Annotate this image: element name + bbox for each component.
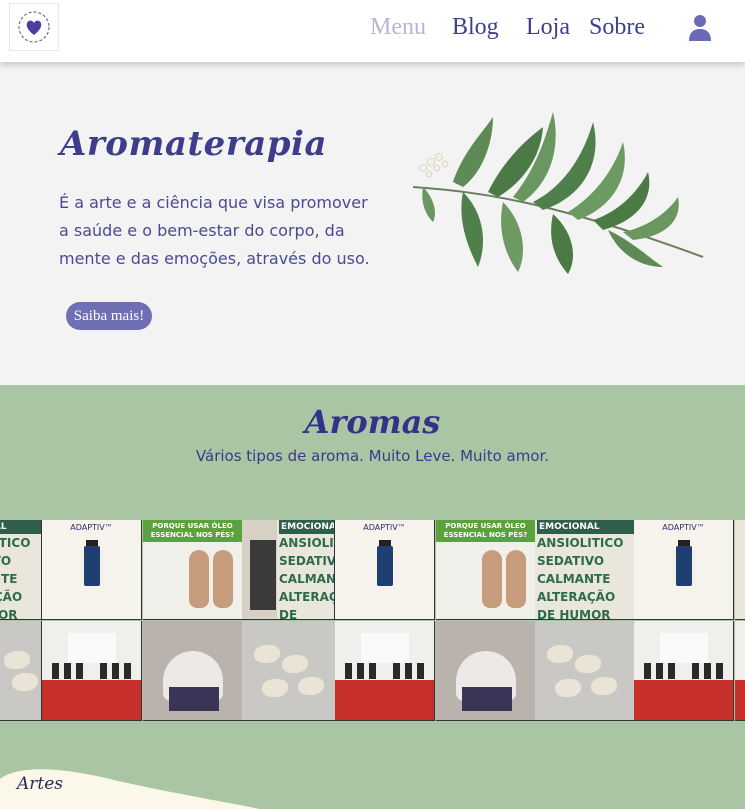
- gallery-photo-oils[interactable]: [634, 621, 734, 721]
- gallery-card-sedativo[interactable]: [735, 520, 745, 620]
- gallery-photo-oils[interactable]: [42, 621, 142, 721]
- gallery-card-adaptiv[interactable]: ADAPTIV™: [335, 520, 435, 620]
- nav-blog[interactable]: Blog: [452, 14, 526, 41]
- card-title: ADAPTIV™: [70, 523, 113, 532]
- gallery-card-feet[interactable]: PORQUE USAR ÓLEO ESSENCIAL NOS PÉS?: [143, 520, 243, 620]
- card-header: EMOCIONAL: [0, 520, 41, 534]
- card-header: PORQUE USAR ÓLEO ESSENCIAL NOS PÉS?: [143, 520, 242, 542]
- saiba-mais-button[interactable]: Saiba mais!: [66, 302, 152, 330]
- aromas-title: Aromas: [304, 403, 441, 441]
- hero-description: É a arte e a ciência que visa promover a…: [59, 193, 370, 268]
- card-line: SEDATIVO: [279, 554, 335, 568]
- card-line: ANSIOLITICO: [279, 536, 334, 550]
- image-gallery[interactable]: EMOCIONAL ANSIOLITICO SEDATIVO CALMANTE …: [0, 520, 745, 722]
- aromas-section: Aromas Vários tipos de aroma. Muito Leve…: [0, 385, 745, 809]
- olive-branch-illustration: [412, 112, 704, 274]
- card-header: EMOCIONAL: [537, 520, 634, 534]
- card-line: CALMANTE: [537, 572, 611, 586]
- user-icon[interactable]: [688, 14, 712, 42]
- card-line: ALTERAÇÃO: [279, 590, 334, 604]
- card-line: DE HUMOR: [0, 608, 18, 620]
- gallery-card-sedativo[interactable]: EMOCIONAL ANSIOLITICO SEDATIVO CALMANTE …: [277, 520, 335, 620]
- heart-wreath-logo[interactable]: [9, 3, 59, 51]
- card-title: ADAPTIV™: [662, 523, 705, 532]
- gallery-card-adaptiv[interactable]: ADAPTIV™: [634, 520, 734, 620]
- gallery-photo-diffuser[interactable]: [143, 621, 243, 721]
- card-line: SEDATIVO: [537, 554, 605, 568]
- card-line: DE HUMOR: [537, 608, 611, 620]
- card-line: ALTERAÇÃO: [0, 590, 23, 604]
- main-nav: Menu Blog Loja Sobre: [370, 14, 649, 41]
- artes-heading[interactable]: Artes: [17, 774, 63, 794]
- gallery-card-sedativo[interactable]: EMOCIONAL ANSIOLITICO SEDATIVO CALMANTE …: [535, 520, 635, 620]
- heart-icon: [18, 11, 50, 43]
- card-header: EMOCIONAL: [279, 520, 334, 534]
- gallery-card-feet[interactable]: PORQUE USAR ÓLEO ESSENCIAL NOS PÉS?: [436, 520, 536, 620]
- gallery-photo-petals[interactable]: [0, 621, 42, 721]
- gallery-photo-oils[interactable]: [735, 621, 745, 721]
- nav-loja[interactable]: Loja: [526, 14, 589, 41]
- gallery-card-sedativo[interactable]: EMOCIONAL ANSIOLITICO SEDATIVO CALMANTE …: [0, 520, 42, 620]
- gallery-photo-oils[interactable]: [335, 621, 435, 721]
- hero-title: Aromaterapia: [60, 124, 327, 164]
- gallery-card-adaptiv[interactable]: ADAPTIV™: [42, 520, 142, 620]
- card-title: ADAPTIV™: [363, 523, 406, 532]
- gallery-photo-diffuser[interactable]: [436, 621, 536, 721]
- nav-menu[interactable]: Menu: [370, 14, 452, 41]
- card-line: CALMANTE: [279, 572, 335, 586]
- card-line: ALTERAÇÃO: [537, 590, 616, 604]
- card-line: ANSIOLITICO: [537, 536, 624, 550]
- card-line: ANSIOLITICO: [0, 536, 31, 550]
- site-header: Menu Blog Loja Sobre: [0, 0, 745, 62]
- card-line: DE HUMOR: [279, 608, 298, 620]
- gallery-photo-petals[interactable]: [242, 621, 342, 721]
- card-header: PORQUE USAR ÓLEO ESSENCIAL NOS PÉS?: [436, 520, 535, 542]
- nav-sobre[interactable]: Sobre: [589, 14, 649, 41]
- hero-section: Aromaterapia É a arte e a ciência que vi…: [0, 62, 745, 385]
- aromas-subtitle: Vários tipos de aroma. Muito Leve. Muito…: [195, 447, 550, 465]
- gallery-photo-petals[interactable]: [535, 621, 635, 721]
- card-line: CALMANTE: [0, 572, 18, 586]
- card-line: SEDATIVO: [0, 554, 12, 568]
